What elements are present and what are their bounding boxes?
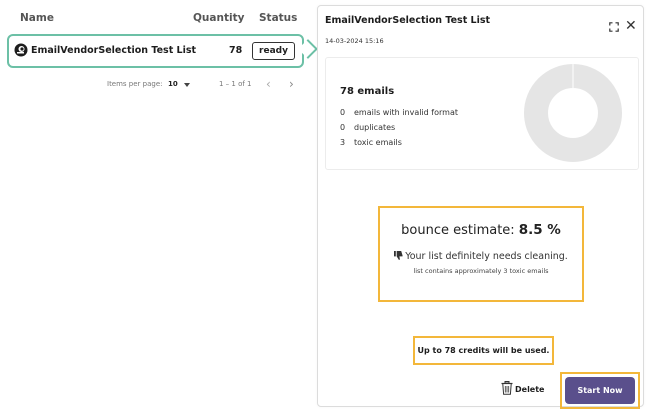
expand-icon[interactable] xyxy=(609,22,619,32)
stat-count: 0 xyxy=(340,108,346,117)
list-quantity: 78 xyxy=(229,45,243,56)
detail-date: 14-03-2024 15:16 xyxy=(325,37,384,45)
bounce-subtext: list contains approximately 3 toxic emai… xyxy=(413,267,549,275)
bounce-estimate: bounce estimate: 8.5 % xyxy=(380,222,582,238)
stat-toxic: 3 toxic emails xyxy=(340,138,402,147)
bounce-label: bounce estimate: xyxy=(401,223,515,238)
close-icon[interactable]: ✕ xyxy=(625,19,637,33)
stat-label: duplicates xyxy=(354,123,396,132)
list-header: Name Quantity Status xyxy=(0,0,310,36)
bounce-advice-text: Your list definitely needs cleaning. xyxy=(405,251,568,262)
column-header-status[interactable]: Status xyxy=(259,12,297,24)
mailchimp-logo-icon xyxy=(14,43,28,57)
delete-button[interactable]: Delete xyxy=(501,381,544,399)
email-breakdown-donut xyxy=(524,64,622,162)
stat-count: 3 xyxy=(340,138,346,147)
list-item[interactable]: EmailVendorSelection Test List 78 ready xyxy=(7,34,304,68)
items-per-page-label: Items per page: xyxy=(107,80,163,88)
bounce-value: 8.5 % xyxy=(518,222,561,238)
chevron-down-icon[interactable] xyxy=(184,83,190,87)
stat-invalid-format: 0 emails with invalid format xyxy=(340,108,458,117)
pagination: Items per page: 10 1 – 1 of 1 ‹ › xyxy=(0,77,310,94)
stat-duplicates: 0 duplicates xyxy=(340,123,395,132)
list-detail-panel: EmailVendorSelection Test List 14-03-202… xyxy=(317,5,644,409)
stat-label: toxic emails xyxy=(354,138,402,147)
pagination-range: 1 – 1 of 1 xyxy=(219,80,252,88)
bounce-estimate-box: bounce estimate: 8.5 % Your list definite… xyxy=(378,206,584,302)
delete-label: Delete xyxy=(515,385,545,394)
list-name: EmailVendorSelection Test List xyxy=(31,45,197,56)
credits-notice: Up to 78 credits will be used. xyxy=(413,336,554,365)
stats-card: 78 emails 0 emails with invalid format 0d… xyxy=(325,57,639,170)
detail-title: EmailVendorSelection Test List xyxy=(325,15,491,26)
start-now-button[interactable]: Start Now xyxy=(565,377,635,404)
stat-count: 0 xyxy=(340,123,346,132)
stat-label: emails with invalid format xyxy=(354,108,458,117)
total-emails: 78 emails xyxy=(340,86,395,97)
bounce-advice: Your list definitely needs cleaning. xyxy=(380,251,582,262)
trash-icon xyxy=(501,381,513,395)
column-header-quantity[interactable]: Quantity xyxy=(193,12,244,24)
chevron-right-icon[interactable]: › xyxy=(289,77,294,91)
thumbs-down-icon xyxy=(394,251,403,260)
items-per-page-select[interactable]: 10 xyxy=(168,80,178,88)
chevron-left-icon[interactable]: ‹ xyxy=(266,77,271,91)
status-badge: ready xyxy=(252,42,295,60)
start-now-highlight: Start Now xyxy=(560,372,640,409)
column-header-name[interactable]: Name xyxy=(20,12,54,24)
